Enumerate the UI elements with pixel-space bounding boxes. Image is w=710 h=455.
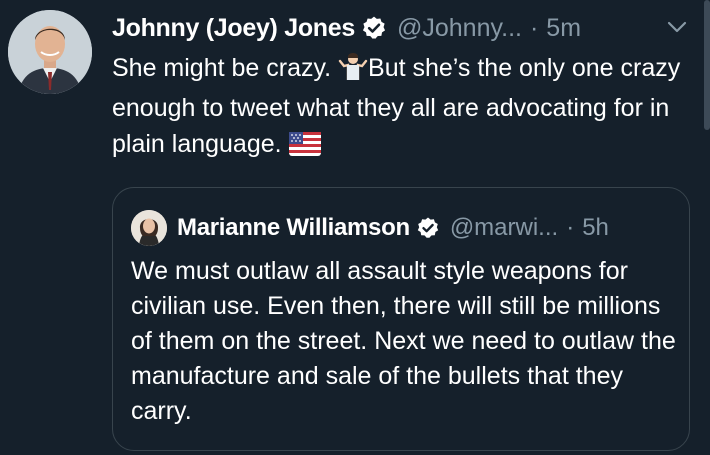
quoted-tweet-header: Marianne Williamson @marwi... · 5h xyxy=(177,210,609,246)
man-shrugging-icon xyxy=(338,52,368,90)
author-name[interactable]: Johnny (Joey) Jones xyxy=(112,14,355,43)
author-avatar[interactable] xyxy=(8,10,92,94)
tweet-header: Johnny (Joey) Jones @Johnny... · 5m xyxy=(112,10,581,46)
verified-badge-icon xyxy=(361,15,387,41)
separator-dot: · xyxy=(529,13,539,42)
quoted-author-handle[interactable]: @marwi... xyxy=(450,214,558,242)
chevron-down-icon[interactable] xyxy=(664,16,690,38)
quoted-tweet-timestamp[interactable]: 5h xyxy=(582,214,609,242)
separator-dot: · xyxy=(566,214,575,241)
verified-badge-icon xyxy=(416,216,440,240)
author-handle[interactable]: @Johnny... xyxy=(397,14,522,43)
scrollbar[interactable] xyxy=(704,0,710,130)
tweet-text-part1: She might be crazy. xyxy=(112,54,339,82)
us-flag-icon xyxy=(288,130,321,166)
quoted-author-name[interactable]: Marianne Williamson xyxy=(177,214,410,242)
quoted-tweet-text: We must outlaw all assault style weapons… xyxy=(131,257,676,425)
quoted-author-avatar[interactable] xyxy=(131,210,167,246)
tweet-timestamp[interactable]: 5m xyxy=(546,14,581,43)
tweet-text: She might be crazy. But she’s the only o… xyxy=(112,50,692,166)
tweet[interactable]: Johnny (Joey) Jones @Johnny... · 5m She … xyxy=(0,0,710,455)
quoted-tweet[interactable]: Marianne Williamson @marwi... · 5h We mu… xyxy=(112,187,690,451)
